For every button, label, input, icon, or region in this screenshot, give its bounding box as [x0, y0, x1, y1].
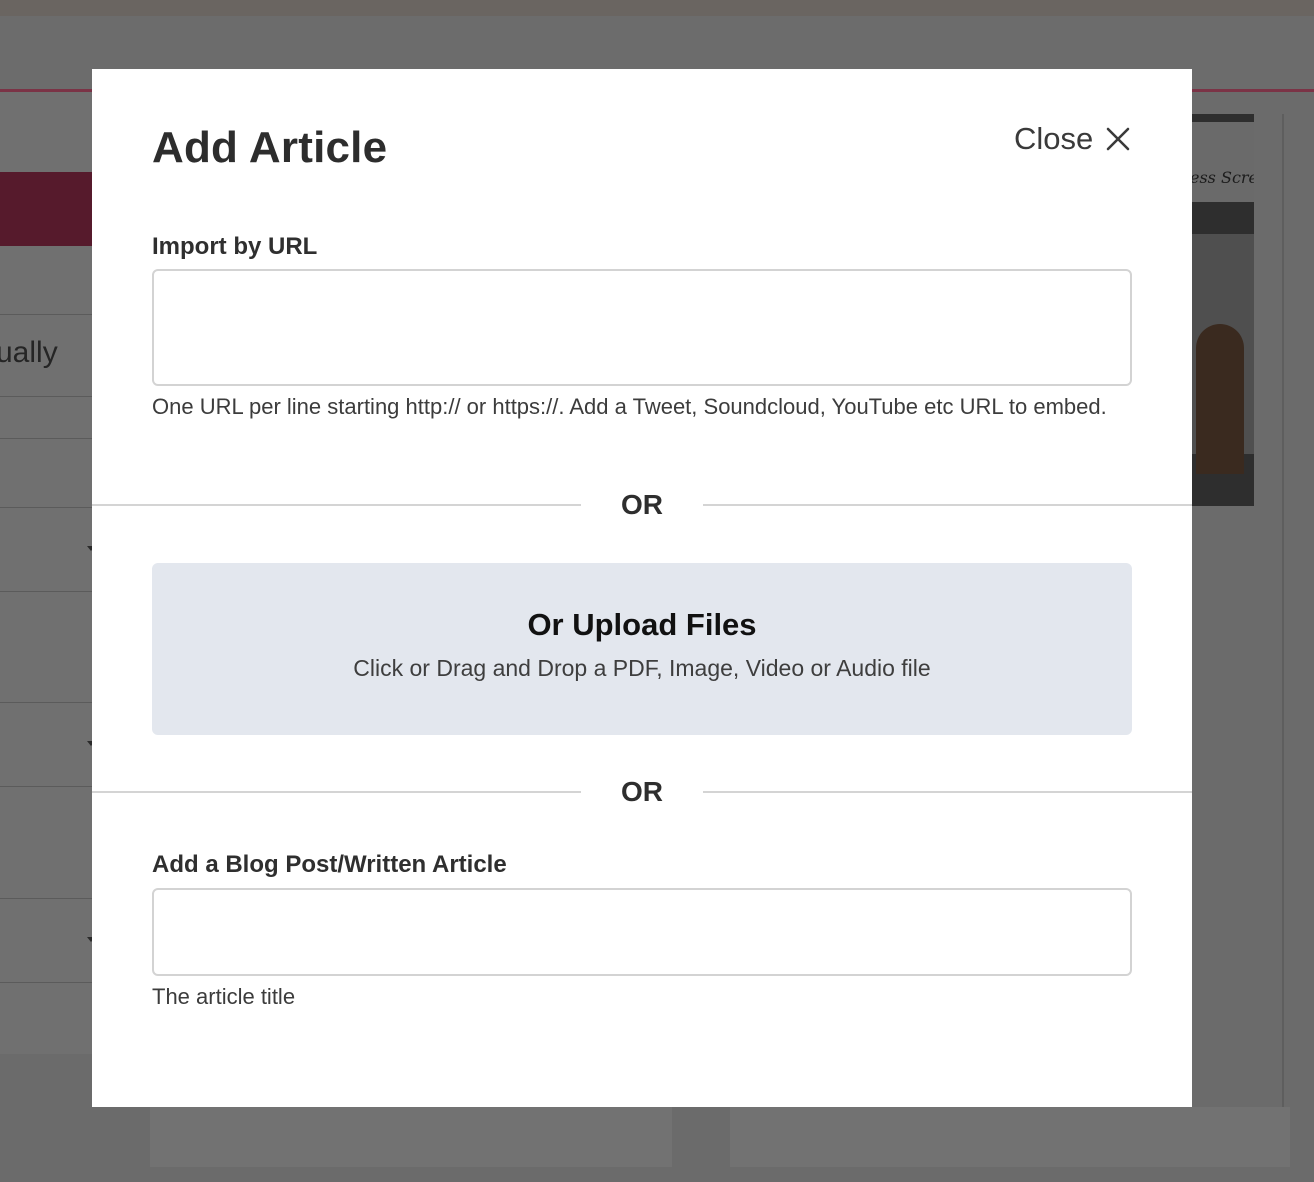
article-title-input[interactable]	[152, 888, 1132, 976]
background-divider	[0, 438, 92, 439]
background-partial-text: ually	[0, 336, 58, 369]
divider-line	[92, 504, 581, 506]
import-url-label: Import by URL	[152, 233, 318, 260]
upload-title: Or Upload Files	[527, 607, 757, 642]
import-url-help-text: One URL per line starting http:// or htt…	[152, 394, 1107, 419]
or-divider-text: OR	[621, 489, 663, 520]
background-left-accent-bar	[0, 172, 92, 246]
background-card	[150, 1107, 672, 1167]
background-cartoon-image: ess Scre	[1192, 114, 1254, 506]
or-divider-text: OR	[621, 776, 663, 807]
import-url-textarea[interactable]	[152, 269, 1132, 386]
close-label: Close	[1014, 121, 1094, 156]
upload-subtitle: Click or Drag and Drop a PDF, Image, Vid…	[353, 655, 931, 681]
close-button[interactable]: Close	[1014, 119, 1131, 159]
background-divider	[0, 591, 92, 592]
background-right-border	[1282, 114, 1284, 1114]
add-article-modal: Add Article Close Import by URL One URL …	[92, 69, 1192, 1107]
background-card	[730, 1107, 1290, 1167]
file-upload-dropzone[interactable]: Or Upload Files Click or Drag and Drop a…	[152, 563, 1132, 735]
background-divider	[0, 982, 92, 983]
or-divider: OR	[92, 485, 1192, 525]
background-divider	[0, 702, 92, 703]
background-divider	[0, 314, 92, 315]
background-top-strip	[0, 0, 1314, 16]
divider-line	[703, 504, 1192, 506]
background-image-text: ess Scre	[1192, 168, 1254, 187]
divider-line	[703, 791, 1192, 793]
background-divider	[0, 786, 92, 787]
close-icon	[1106, 127, 1130, 151]
blog-post-label: Add a Blog Post/Written Article	[152, 851, 507, 878]
background-divider	[0, 396, 92, 397]
modal-title: Add Article	[152, 123, 388, 172]
background-divider	[0, 507, 92, 508]
article-title-help-text: The article title	[152, 984, 296, 1009]
divider-line	[92, 791, 581, 793]
background-divider	[0, 898, 92, 899]
or-divider: OR	[92, 772, 1192, 812]
